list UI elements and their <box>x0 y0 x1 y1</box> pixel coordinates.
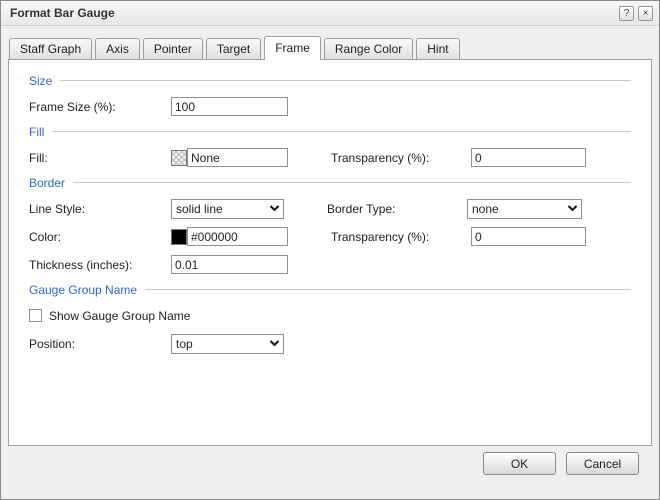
position-label: Position: <box>29 336 76 351</box>
help-button[interactable]: ? <box>619 5 634 21</box>
show-gauge-group-name-row: Show Gauge Group Name <box>29 305 631 326</box>
border-color-swatch[interactable] <box>171 228 187 245</box>
position-select[interactable]: top <box>171 333 284 354</box>
frame-size-input[interactable] <box>171 97 288 116</box>
section-heading-size: Size <box>29 73 631 88</box>
frame-size-label: Frame Size (%): <box>29 99 116 114</box>
border-type-label: Border Type: <box>327 201 396 216</box>
line-style-label: Line Style: <box>29 201 86 216</box>
position-row: Position: top <box>29 333 631 354</box>
frame-tab-panel: Size Frame Size (%): Fill Fill: Transpar… <box>8 59 652 446</box>
tab-axis[interactable]: Axis <box>95 38 140 59</box>
tab-pointer[interactable]: Pointer <box>142 38 203 59</box>
tab-strip: Staff Graph Axis Pointer Target Frame Ra… <box>1 26 659 60</box>
show-gauge-group-name-checkbox[interactable] <box>29 309 42 322</box>
dialog-titlebar: Format Bar Gauge ? × <box>1 1 659 26</box>
fill-row: Fill: Transparency (%): <box>29 147 631 168</box>
line-style-select[interactable]: solid line <box>171 198 284 219</box>
border-color-row: Color: Transparency (%): <box>29 226 631 247</box>
section-heading-border: Border <box>29 175 631 190</box>
dialog-title: Format Bar Gauge <box>10 6 115 20</box>
border-color-input[interactable] <box>187 227 288 246</box>
frame-size-row: Frame Size (%): <box>29 96 631 117</box>
tab-target[interactable]: Target <box>205 38 262 59</box>
close-button[interactable]: × <box>638 5 653 21</box>
tab-frame[interactable]: Frame <box>264 36 321 60</box>
ok-button[interactable]: OK <box>483 452 556 475</box>
line-style-row: Line Style: solid line Border Type: none <box>29 198 631 219</box>
fill-transparency-label: Transparency (%): <box>331 150 430 165</box>
section-divider <box>60 80 631 81</box>
border-color-label: Color: <box>29 229 62 244</box>
fill-label: Fill: <box>29 150 48 165</box>
show-gauge-group-name-label: Show Gauge Group Name <box>49 308 191 323</box>
format-bar-gauge-dialog: Format Bar Gauge ? × Staff Graph Axis Po… <box>0 0 660 500</box>
section-divider <box>52 131 631 132</box>
fill-none-swatch[interactable] <box>171 149 187 166</box>
tab-hint[interactable]: Hint <box>416 38 460 59</box>
dialog-footer: OK Cancel <box>1 446 659 499</box>
thickness-row: Thickness (inches): <box>29 254 631 275</box>
chevron-down-icon <box>567 205 578 212</box>
fill-input[interactable] <box>187 148 288 167</box>
border-transparency-input[interactable] <box>471 227 586 246</box>
tab-range-color[interactable]: Range Color <box>323 38 414 59</box>
cancel-button[interactable]: Cancel <box>566 452 639 475</box>
thickness-label: Thickness (inches): <box>29 257 133 272</box>
section-divider <box>73 182 631 183</box>
close-icon: × <box>642 7 649 19</box>
border-type-select[interactable]: none <box>467 198 582 219</box>
section-heading-gauge-group-name: Gauge Group Name <box>29 282 631 297</box>
thickness-input[interactable] <box>171 255 288 274</box>
chevron-down-icon <box>269 205 280 212</box>
section-heading-fill: Fill <box>29 124 631 139</box>
tab-staff-graph[interactable]: Staff Graph <box>9 38 93 59</box>
section-divider <box>145 289 631 290</box>
border-transparency-label: Transparency (%): <box>331 229 430 244</box>
help-icon: ? <box>623 7 630 19</box>
chevron-down-icon <box>269 340 280 347</box>
fill-transparency-input[interactable] <box>471 148 586 167</box>
